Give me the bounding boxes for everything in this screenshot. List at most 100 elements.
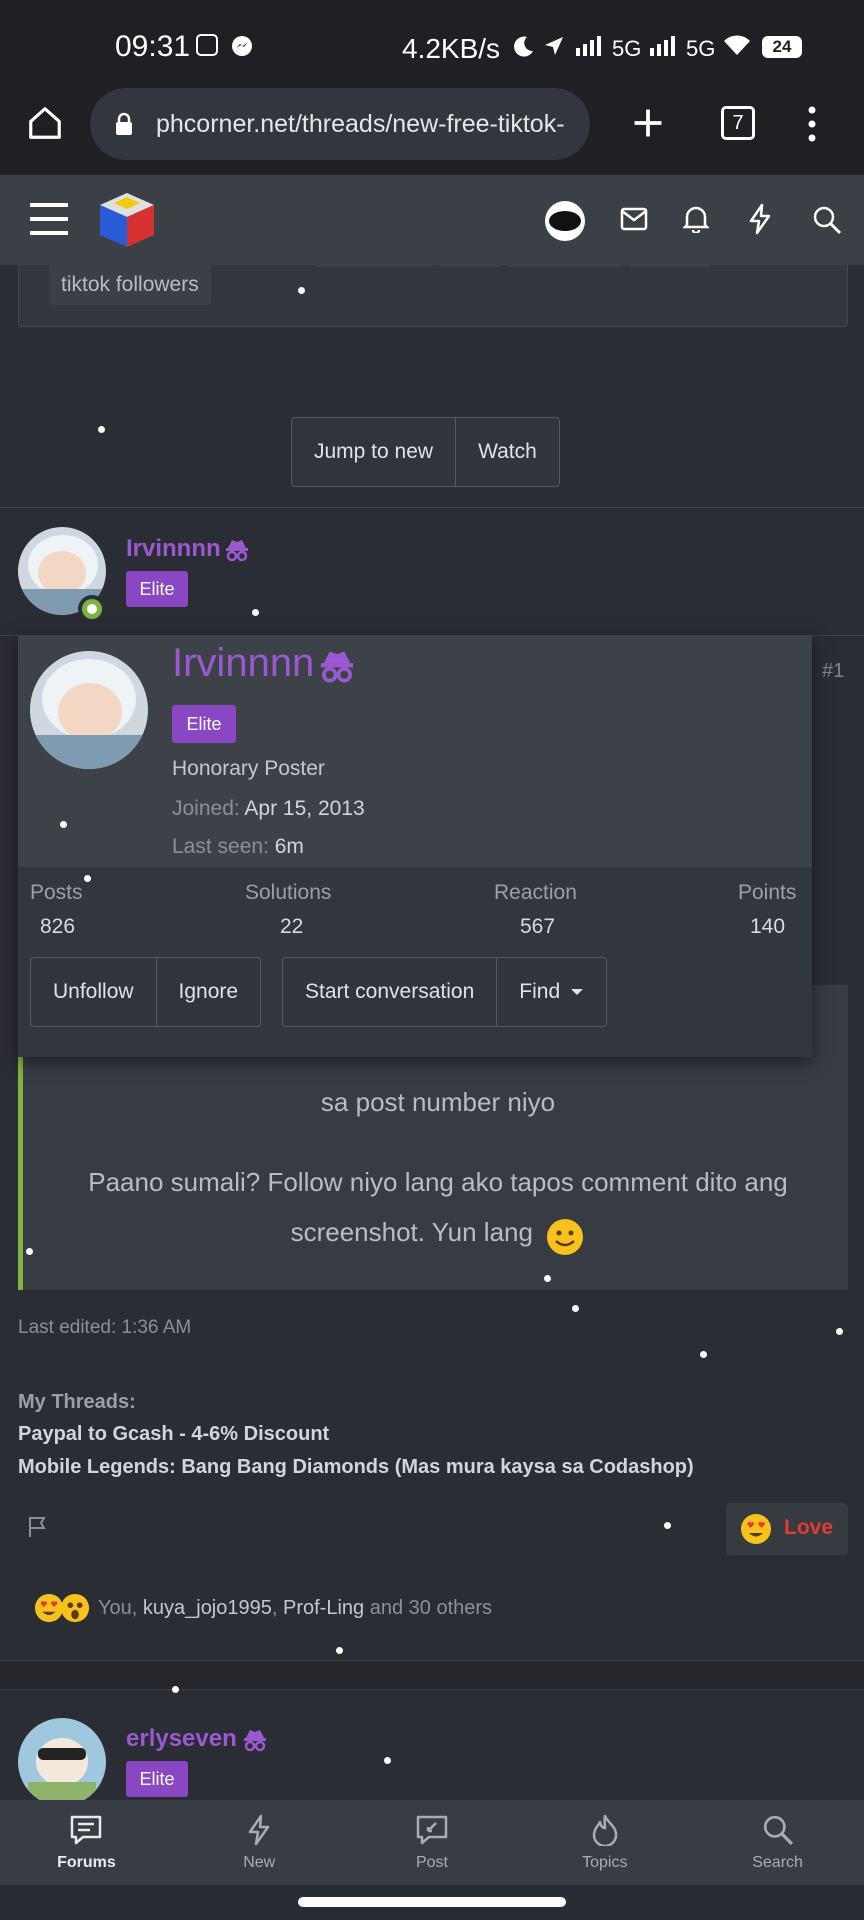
joined-value: Apr 15, 2013	[244, 797, 365, 820]
status-bar: 09:31 4.2KB/s 5G 5G 24	[0, 0, 864, 90]
member-card-title: Honorary Poster	[172, 757, 325, 780]
status-time: 09:31	[115, 30, 191, 63]
menu-icon[interactable]	[30, 203, 68, 235]
snow-particle	[544, 1275, 551, 1282]
address-bar[interactable]: phcorner.net/threads/new-free-tiktok-	[90, 88, 590, 160]
last-edited-text: Last edited: 1:36 AM	[18, 1317, 192, 1338]
tag-chip[interactable]	[629, 265, 711, 267]
elite-badge: Elite	[126, 571, 188, 607]
site-header	[0, 175, 864, 265]
reactions-user-1[interactable]: kuya_jojo1995	[143, 1597, 272, 1619]
inbox-icon[interactable]	[620, 207, 648, 231]
nav-topics[interactable]: Topics	[518, 1800, 691, 1885]
thread-actions: Jump to new Watch	[291, 417, 560, 487]
quote-line-3-row: screenshot. Yun lang	[23, 1217, 853, 1257]
member-card-elite-badge: Elite	[172, 705, 236, 743]
member-card-actions-1: Unfollow Ignore	[30, 957, 262, 1027]
post-icon	[416, 1815, 448, 1844]
browser-toolbar: phcorner.net/threads/new-free-tiktok- 7	[0, 80, 864, 175]
divider	[0, 507, 864, 508]
member-card-avatar[interactable]	[30, 651, 148, 769]
reactions-user-2[interactable]: Prof-Ling	[283, 1597, 364, 1619]
bell-icon[interactable]	[683, 205, 709, 233]
post-number-link[interactable]: #1	[822, 660, 844, 683]
snow-particle	[98, 426, 105, 433]
elite-badge: Elite	[126, 1761, 188, 1797]
snow-particle	[252, 609, 259, 616]
quote-line-3: screenshot. Yun lang	[290, 1217, 533, 1248]
signature-link-paypal[interactable]: Paypal to Gcash - 4-6% Discount	[18, 1423, 329, 1446]
whats-new-bolt-icon[interactable]	[748, 203, 772, 235]
tag-chip[interactable]	[315, 265, 433, 267]
nav-forums[interactable]: Forums	[0, 1800, 173, 1885]
find-label: Find	[519, 980, 561, 1003]
snow-particle	[836, 1328, 843, 1335]
thread-content: tiktok followers Jump to new Watch Irvin…	[0, 265, 864, 1800]
snow-particle	[336, 1647, 343, 1654]
snow-particle	[664, 1522, 671, 1529]
user-avatar-button[interactable]	[545, 201, 585, 241]
home-icon[interactable]	[26, 104, 64, 142]
report-flag-icon[interactable]	[26, 1515, 50, 1539]
reactions-you: You,	[98, 1597, 138, 1619]
wow-emoji-icon	[60, 1593, 90, 1623]
jump-to-new-button[interactable]: Jump to new	[292, 418, 457, 486]
stat-reaction-label: Reaction	[494, 881, 577, 904]
new-tab-icon[interactable]	[630, 105, 666, 141]
bolt-icon	[248, 1814, 270, 1845]
stat-posts-value[interactable]: 826	[40, 915, 75, 939]
notification-app-icon	[196, 34, 218, 56]
chevron-down-icon	[571, 989, 584, 995]
member-card-name[interactable]: Irvinnnn	[172, 641, 314, 686]
stat-points-value[interactable]: 140	[750, 915, 785, 939]
snow-particle	[700, 1351, 707, 1358]
fire-icon	[592, 1814, 618, 1846]
nav-forums-label: Forums	[57, 1853, 116, 1871]
nav-post-label: Post	[415, 1853, 448, 1871]
home-gesture-bar[interactable]	[298, 1897, 566, 1907]
snow-particle	[60, 821, 67, 828]
unfollow-button[interactable]: Unfollow	[31, 958, 157, 1026]
wifi-icon	[724, 35, 750, 55]
search-icon[interactable]	[812, 205, 842, 235]
messenger-icon	[232, 36, 252, 56]
nav-post[interactable]: Post	[346, 1800, 519, 1885]
network-speed: 4.2KB/s	[402, 33, 501, 64]
post-author-avatar[interactable]	[18, 1718, 106, 1800]
start-conversation-button[interactable]: Start conversation	[283, 958, 498, 1026]
member-card-last-seen: Last seen: 6m	[172, 835, 304, 859]
bottom-navigation: Forums New Post Topics Search	[0, 1800, 864, 1885]
stat-solutions-label: Solutions	[245, 881, 332, 904]
watch-button[interactable]: Watch	[456, 418, 559, 486]
site-logo-cube-icon[interactable]	[96, 189, 158, 251]
forums-icon	[71, 1815, 102, 1844]
tag-chip[interactable]	[439, 265, 501, 267]
tag-tiktok-followers[interactable]: tiktok followers	[49, 265, 211, 305]
smile-emoji-icon	[547, 1219, 584, 1255]
snow-particle	[26, 1248, 33, 1255]
snow-particle	[572, 1305, 579, 1312]
incognito-icon	[320, 651, 354, 683]
post-author-name[interactable]: erlyseven	[126, 1725, 237, 1753]
signal-icon-2	[650, 36, 675, 56]
tag-chip[interactable]	[507, 265, 623, 267]
find-menu-button[interactable]: Find	[497, 958, 606, 1026]
reactions-others[interactable]: and 30 others	[370, 1597, 492, 1619]
member-card-actions-2: Start conversation Find	[282, 957, 608, 1027]
url-text: phcorner.net/threads/new-free-tiktok-	[156, 110, 565, 138]
post-author-name[interactable]: Irvinnnn	[126, 535, 221, 563]
quote-line-1: sa post number niyo	[320, 1087, 556, 1117]
search-icon	[763, 1815, 793, 1845]
nav-search[interactable]: Search	[691, 1800, 864, 1885]
stat-reaction-value: 567	[520, 915, 556, 938]
more-options-icon[interactable]	[800, 104, 824, 144]
last-seen-label: Last seen:	[172, 835, 269, 858]
tab-switcher-button[interactable]: 7	[721, 106, 755, 140]
signature-link-mlbb[interactable]: Mobile Legends: Bang Bang Diamonds (Mas …	[18, 1456, 694, 1479]
snow-particle	[384, 1757, 391, 1764]
reactions-summary[interactable]: You, kuya_jojo1995, Prof-Ling and 30 oth…	[98, 1597, 492, 1620]
nav-new[interactable]: New	[173, 1800, 346, 1885]
love-reaction-button[interactable]: Love	[726, 1503, 848, 1555]
incognito-icon	[226, 540, 248, 562]
ignore-button[interactable]: Ignore	[157, 958, 261, 1026]
